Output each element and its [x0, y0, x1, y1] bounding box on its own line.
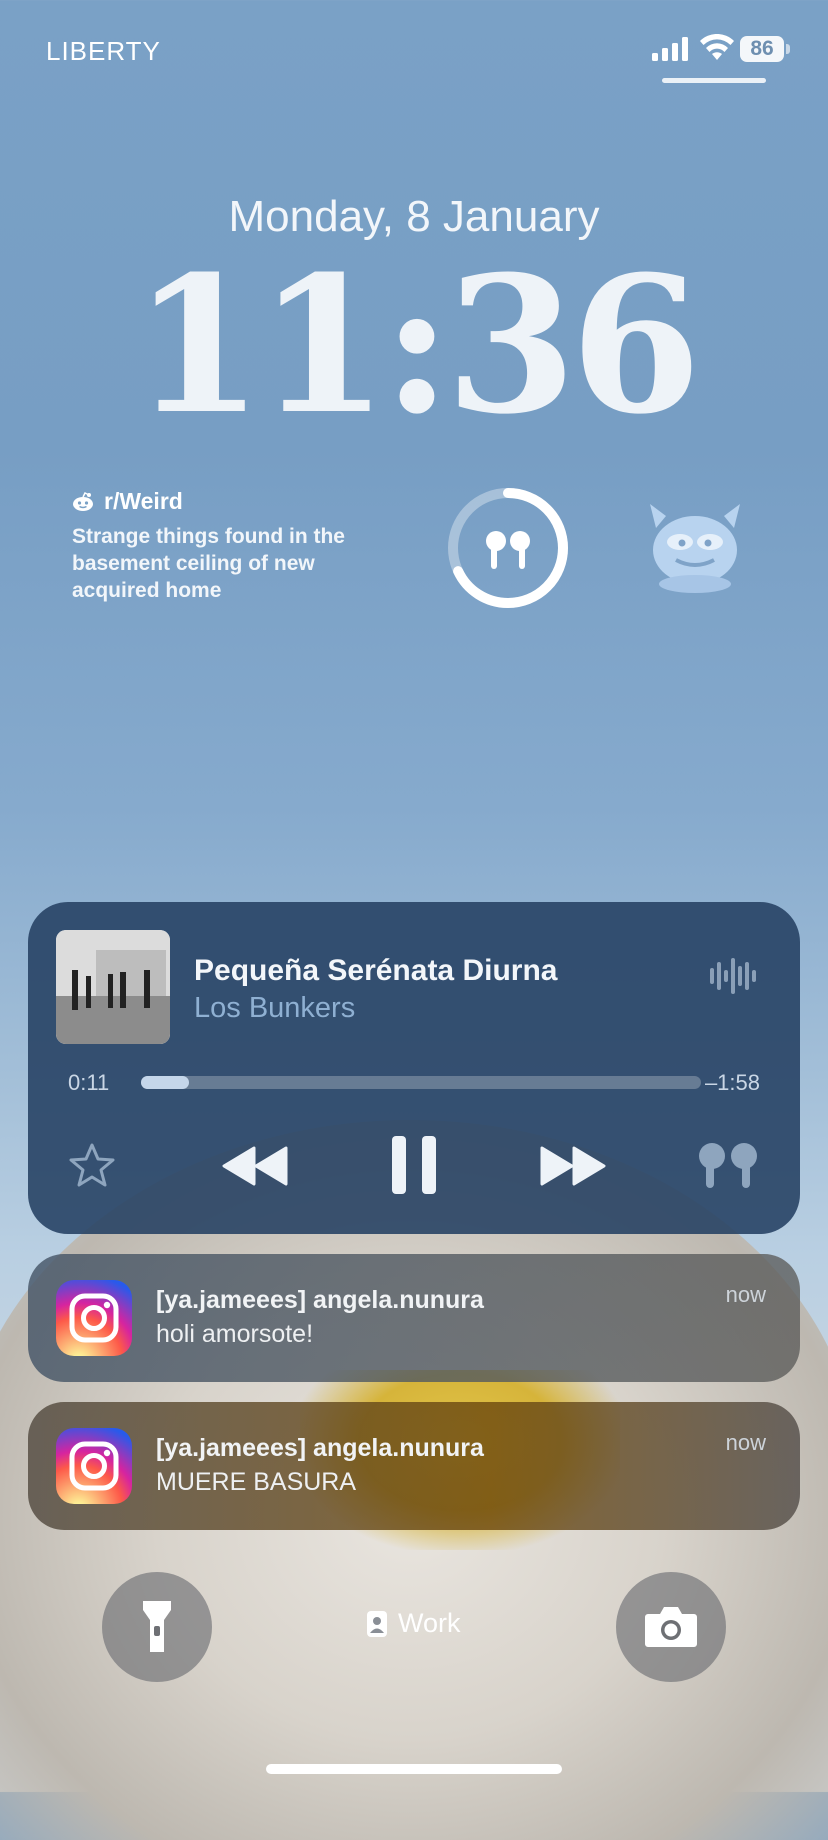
playback-scrubber[interactable] [141, 1076, 701, 1089]
reddit-subreddit: r/Weird [104, 488, 183, 514]
airpods-output-icon[interactable] [692, 1140, 764, 1190]
reddit-post-title: Strange things found in the basement cei… [72, 525, 345, 602]
audio-waveform-icon [710, 958, 756, 994]
wifi-icon [700, 34, 734, 60]
reddit-widget[interactable]: r/Weird Strange things found in the base… [72, 488, 402, 604]
home-indicator[interactable] [266, 1764, 562, 1774]
camera-icon [645, 1607, 697, 1647]
carrier-label: LIBERTY [46, 36, 161, 66]
airpods-icon [486, 531, 530, 569]
focus-mode-label: Work [398, 1608, 461, 1638]
battery-level: 86 [740, 36, 784, 62]
album-artwork-image [56, 930, 170, 1044]
rewind-icon[interactable] [222, 1146, 288, 1186]
instagram-icon [56, 1280, 132, 1356]
pepe-frog-sticker-icon[interactable] [646, 498, 744, 594]
notification-title: [ya.jameees] angela.nunura [156, 1434, 484, 1462]
album-artwork[interactable] [56, 930, 170, 1044]
status-bar: LIBERTY 86 [0, 0, 828, 100]
instagram-icon [56, 1428, 132, 1504]
fast-forward-icon[interactable] [540, 1146, 606, 1186]
track-title: Pequeña Serénata Diurna [194, 954, 558, 987]
now-playing-widget[interactable]: Pequeña Serénata Diurna Los Bunkers 0:11… [28, 902, 800, 1234]
reddit-icon [73, 491, 93, 511]
notification-body: MUERE BASURA [156, 1468, 357, 1496]
cellular-signal-icon [652, 37, 688, 61]
work-badge-icon [367, 1610, 387, 1637]
focus-mode-indicator[interactable]: Work [366, 1608, 461, 1639]
notification-title: [ya.jameees] angela.nunura [156, 1286, 484, 1314]
playback-progress-fill [141, 1076, 189, 1089]
flashlight-button[interactable] [102, 1572, 212, 1682]
battery-tip [786, 44, 790, 54]
pause-icon[interactable] [390, 1134, 438, 1196]
track-artist: Los Bunkers [194, 992, 356, 1024]
notification-card[interactable]: [ya.jameees] angela.nunura MUERE BASURA … [28, 1402, 800, 1530]
reddit-widget-header: r/Weird [72, 488, 402, 515]
notification-time: now [725, 1282, 766, 1307]
camera-button[interactable] [616, 1572, 726, 1682]
star-icon[interactable] [68, 1142, 116, 1188]
flashlight-icon [143, 1601, 171, 1652]
notification-body: holi amorsote! [156, 1320, 314, 1348]
notification-card[interactable]: [ya.jameees] angela.nunura holi amorsote… [28, 1254, 800, 1382]
remaining-time: –1:58 [704, 1070, 760, 1095]
elapsed-time: 0:11 [68, 1070, 110, 1095]
lock-time: 11:36 [132, 235, 702, 456]
airpods-battery-widget[interactable] [446, 486, 570, 610]
battery-indicator: 86 [740, 36, 792, 64]
notification-time: now [725, 1430, 766, 1455]
control-center-grabber[interactable] [662, 78, 766, 83]
